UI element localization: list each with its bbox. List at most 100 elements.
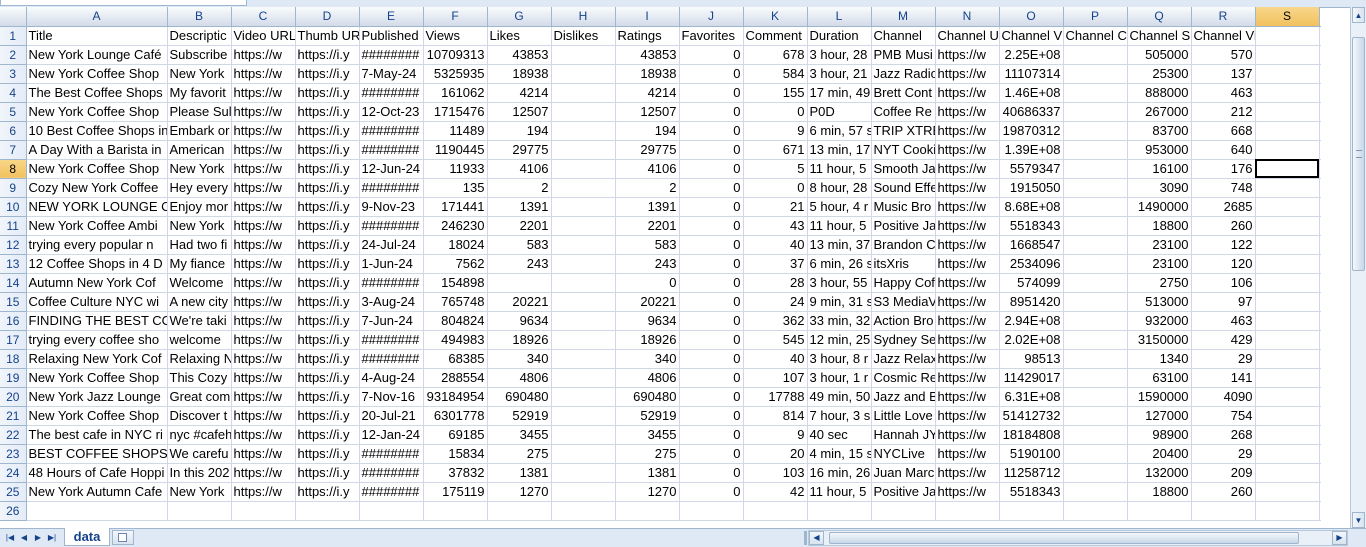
cell-j15[interactable]: 0	[679, 292, 744, 312]
cell-b6[interactable]: Embark or	[167, 121, 232, 141]
cell-m24[interactable]: Juan Marc	[871, 463, 936, 483]
cell-s7[interactable]	[1255, 140, 1320, 160]
cell-s19[interactable]	[1255, 368, 1320, 388]
cell-h4[interactable]	[551, 83, 616, 103]
cell-o14[interactable]: 574099	[999, 273, 1064, 293]
cell-l25[interactable]: 11 hour, 5	[807, 482, 872, 502]
cell-blank[interactable]	[1319, 64, 1320, 84]
column-header-a[interactable]: A	[26, 7, 168, 27]
cell-b1[interactable]: Descriptic	[167, 26, 232, 46]
cell-i8[interactable]: 4106	[615, 159, 680, 179]
cell-j21[interactable]: 0	[679, 406, 744, 426]
cell-c4[interactable]: https://w	[231, 83, 296, 103]
cell-q11[interactable]: 18800	[1127, 216, 1192, 236]
cell-r22[interactable]: 268	[1191, 425, 1256, 445]
cell-c5[interactable]: https://w	[231, 102, 296, 122]
cell-d11[interactable]: https://i.y	[295, 216, 360, 236]
cell-f8[interactable]: 11933	[423, 159, 488, 179]
cell-a3[interactable]: New York Coffee Shop	[26, 64, 168, 84]
cell-blank[interactable]	[1319, 140, 1320, 160]
cell-r16[interactable]: 463	[1191, 311, 1256, 331]
horizontal-scroll-thumb[interactable]	[829, 532, 1299, 544]
cell-blank[interactable]	[1319, 254, 1320, 274]
column-header-i[interactable]: I	[615, 7, 680, 27]
cell-h13[interactable]	[551, 254, 616, 274]
row-header[interactable]: 8	[0, 159, 27, 179]
prev-sheet-icon[interactable]: ◀	[18, 531, 30, 545]
cell-blank[interactable]	[1319, 159, 1320, 179]
cell-j1[interactable]: Favorites	[679, 26, 744, 46]
cell-m4[interactable]: Brett Cont	[871, 83, 936, 103]
cell-k22[interactable]: 9	[743, 425, 808, 445]
cell-j18[interactable]: 0	[679, 349, 744, 369]
cell-b12[interactable]: Had two fi	[167, 235, 232, 255]
row-header[interactable]: 14	[0, 273, 27, 293]
cell-n14[interactable]: https://w	[935, 273, 1000, 293]
cell-s15[interactable]	[1255, 292, 1320, 312]
cell-b16[interactable]: We're taki	[167, 311, 232, 331]
cell-s16[interactable]	[1255, 311, 1320, 331]
cell-p8[interactable]	[1063, 159, 1128, 179]
row-header[interactable]: 21	[0, 406, 27, 426]
cell-e18[interactable]: ########	[359, 349, 424, 369]
row-header[interactable]: 5	[0, 102, 27, 122]
cell-c8[interactable]: https://w	[231, 159, 296, 179]
cell-h26[interactable]	[551, 501, 616, 521]
cell-l22[interactable]: 40 sec	[807, 425, 872, 445]
cell-o19[interactable]: 11429017	[999, 368, 1064, 388]
cell-o23[interactable]: 5190100	[999, 444, 1064, 464]
cell-l4[interactable]: 17 min, 49	[807, 83, 872, 103]
cell-p14[interactable]	[1063, 273, 1128, 293]
cell-n2[interactable]: https://w	[935, 45, 1000, 65]
cell-b14[interactable]: Welcome	[167, 273, 232, 293]
cell-g5[interactable]: 12507	[487, 102, 552, 122]
cell-o22[interactable]: 18184808	[999, 425, 1064, 445]
cell-s25[interactable]	[1255, 482, 1320, 502]
cell-j7[interactable]: 0	[679, 140, 744, 160]
cell-l18[interactable]: 3 hour, 8 r	[807, 349, 872, 369]
cell-k3[interactable]: 584	[743, 64, 808, 84]
cell-f3[interactable]: 5325935	[423, 64, 488, 84]
cell-h1[interactable]: Dislikes	[551, 26, 616, 46]
cell-k26[interactable]	[743, 501, 808, 521]
cell-d7[interactable]: https://i.y	[295, 140, 360, 160]
cell-l14[interactable]: 3 hour, 55	[807, 273, 872, 293]
cell-m11[interactable]: Positive Ja	[871, 216, 936, 236]
cell-s1[interactable]	[1255, 26, 1320, 46]
cell-p5[interactable]	[1063, 102, 1128, 122]
cell-e21[interactable]: 20-Jul-21	[359, 406, 424, 426]
cell-p19[interactable]	[1063, 368, 1128, 388]
cell-k2[interactable]: 678	[743, 45, 808, 65]
cell-e16[interactable]: 7-Jun-24	[359, 311, 424, 331]
cell-s24[interactable]	[1255, 463, 1320, 483]
cell-p17[interactable]	[1063, 330, 1128, 350]
cell-d5[interactable]: https://i.y	[295, 102, 360, 122]
row-header[interactable]: 22	[0, 425, 27, 445]
cell-j13[interactable]: 0	[679, 254, 744, 274]
cell-h12[interactable]	[551, 235, 616, 255]
cell-p16[interactable]	[1063, 311, 1128, 331]
cell-b13[interactable]: My fiance	[167, 254, 232, 274]
cell-n20[interactable]: https://w	[935, 387, 1000, 407]
cell-g17[interactable]: 18926	[487, 330, 552, 350]
cell-e13[interactable]: 1-Jun-24	[359, 254, 424, 274]
cell-n19[interactable]: https://w	[935, 368, 1000, 388]
cell-s6[interactable]	[1255, 121, 1320, 141]
cell-d15[interactable]: https://i.y	[295, 292, 360, 312]
cell-n13[interactable]: https://w	[935, 254, 1000, 274]
cell-h8[interactable]	[551, 159, 616, 179]
cell-p22[interactable]	[1063, 425, 1128, 445]
cell-r19[interactable]: 141	[1191, 368, 1256, 388]
cell-g18[interactable]: 340	[487, 349, 552, 369]
row-header[interactable]: 12	[0, 235, 27, 255]
cell-h7[interactable]	[551, 140, 616, 160]
cell-d13[interactable]: https://i.y	[295, 254, 360, 274]
cell-j19[interactable]: 0	[679, 368, 744, 388]
cell-h3[interactable]	[551, 64, 616, 84]
cell-o1[interactable]: Channel V	[999, 26, 1064, 46]
cell-p23[interactable]	[1063, 444, 1128, 464]
cell-s21[interactable]	[1255, 406, 1320, 426]
cell-c2[interactable]: https://w	[231, 45, 296, 65]
cell-q4[interactable]: 888000	[1127, 83, 1192, 103]
cell-g1[interactable]: Likes	[487, 26, 552, 46]
